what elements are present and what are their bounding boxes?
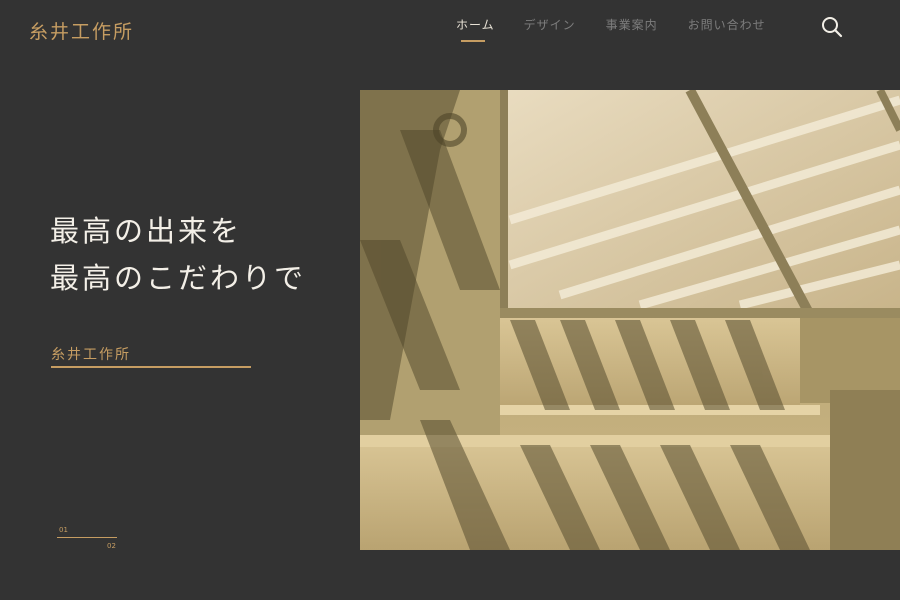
search-button[interactable] bbox=[820, 15, 844, 39]
pager-total[interactable]: 02 bbox=[107, 542, 116, 550]
nav-active-underline bbox=[461, 40, 485, 42]
pager-divider bbox=[57, 537, 117, 538]
hero-company-label: 糸井工作所 bbox=[51, 347, 131, 363]
hero-headline: 最高の出来を 最高のこだわりで bbox=[50, 208, 306, 302]
site-logo[interactable]: 糸井工作所 bbox=[29, 17, 134, 44]
hero-headline-line2: 最高のこだわりで bbox=[50, 261, 307, 295]
hero-photo bbox=[360, 90, 900, 550]
hero-company-underline bbox=[51, 366, 251, 368]
nav-item-business-label: 事業案内 bbox=[605, 18, 658, 32]
nav-item-home[interactable]: ホーム bbox=[456, 16, 495, 42]
nav-item-contact-label: お問い合わせ bbox=[687, 18, 766, 32]
nav-item-design[interactable]: デザイン bbox=[524, 16, 576, 33]
search-icon bbox=[822, 17, 843, 38]
nav-item-design-label: デザイン bbox=[523, 18, 576, 32]
page: 糸井工作所 ホーム デザイン 事業案内 お問い合わせ 最高の出来を 最高のこだわ… bbox=[0, 0, 900, 600]
hero-photo-illustration bbox=[360, 90, 900, 550]
nav-item-home-label: ホーム bbox=[456, 18, 495, 32]
nav-item-business[interactable]: 事業案内 bbox=[606, 16, 658, 33]
main-nav: ホーム デザイン 事業案内 お問い合わせ bbox=[456, 16, 766, 42]
nav-item-contact[interactable]: お問い合わせ bbox=[688, 16, 766, 33]
slide-pager: 01 02 bbox=[57, 526, 119, 552]
pager-current[interactable]: 01 bbox=[59, 526, 68, 534]
hero-headline-line1: 最高の出来を bbox=[50, 214, 243, 248]
